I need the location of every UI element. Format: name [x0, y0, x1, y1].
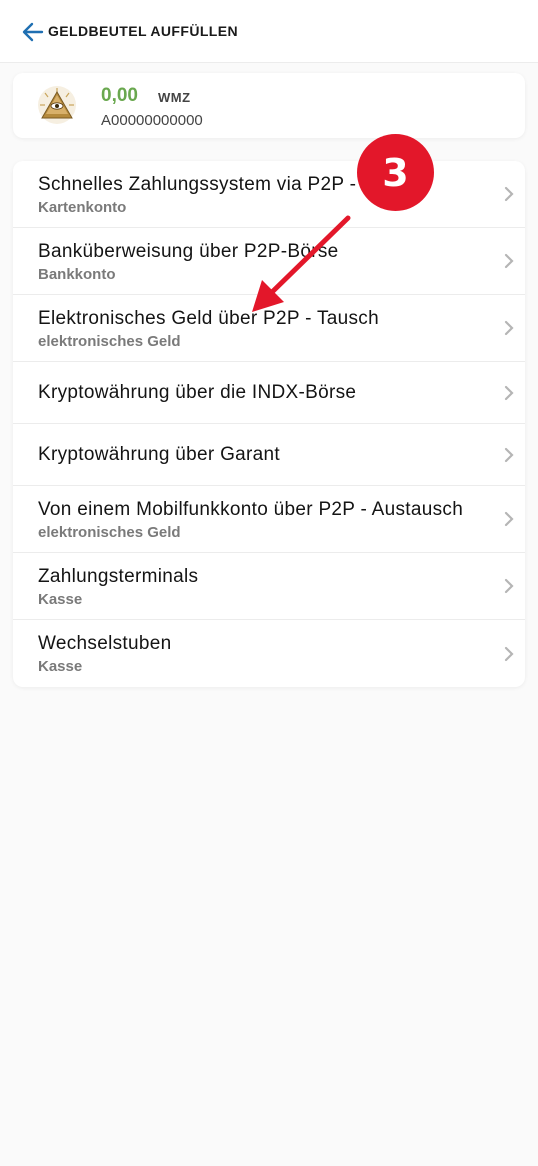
method-title: Kryptowährung über Garant [38, 444, 280, 465]
method-item-crypto-garant[interactable]: Kryptowährung über Garant [13, 424, 525, 486]
wallet-card[interactable]: 0,00 WMZ A00000000000 [13, 73, 525, 138]
annotation-arrow-icon [252, 215, 351, 312]
method-title: Kryptowährung über die INDX-Börse [38, 382, 357, 403]
method-title: Von einem Mobilfunkkonto über P2P - Aust… [38, 498, 464, 520]
step-number-badge: 3 [357, 134, 434, 211]
chevron-right-icon [504, 385, 514, 400]
method-title: Wechselstuben [38, 633, 172, 654]
chevron-right-icon [504, 253, 514, 269]
app-header: GELDBEUTEL AUFFÜLLEN [0, 0, 538, 63]
method-subtitle: Kasse [38, 590, 83, 608]
page-title: GELDBEUTEL AUFFÜLLEN [48, 23, 238, 39]
wallet-balance: 0,00 [101, 85, 138, 106]
arrow-left-icon [22, 22, 44, 42]
method-item-payment-terminals[interactable]: Zahlungsterminals Kasse [13, 553, 525, 620]
method-title: Zahlungsterminals [38, 565, 199, 587]
method-item-exchange-offices[interactable]: Wechselstuben Kasse [13, 620, 525, 687]
method-item-mobile-account[interactable]: Von einem Mobilfunkkonto über P2P - Aust… [13, 486, 525, 553]
chevron-right-icon [504, 511, 514, 527]
chevron-right-icon [504, 646, 514, 661]
chevron-right-icon [504, 578, 514, 594]
pyramid-eye-logo [38, 86, 76, 124]
back-button[interactable] [18, 17, 48, 47]
method-subtitle: elektronisches Geld [38, 523, 181, 541]
chevron-right-icon [504, 320, 514, 336]
method-subtitle: Kasse [38, 658, 83, 675]
method-item-crypto-indx[interactable]: Kryptowährung über die INDX-Börse [13, 362, 525, 424]
wallet-id: A00000000000 [101, 112, 203, 129]
wallet-currency: WMZ [158, 90, 191, 105]
chevron-right-icon [504, 447, 514, 462]
method-subtitle: elektronisches Geld [38, 332, 181, 350]
chevron-right-icon [504, 186, 514, 202]
